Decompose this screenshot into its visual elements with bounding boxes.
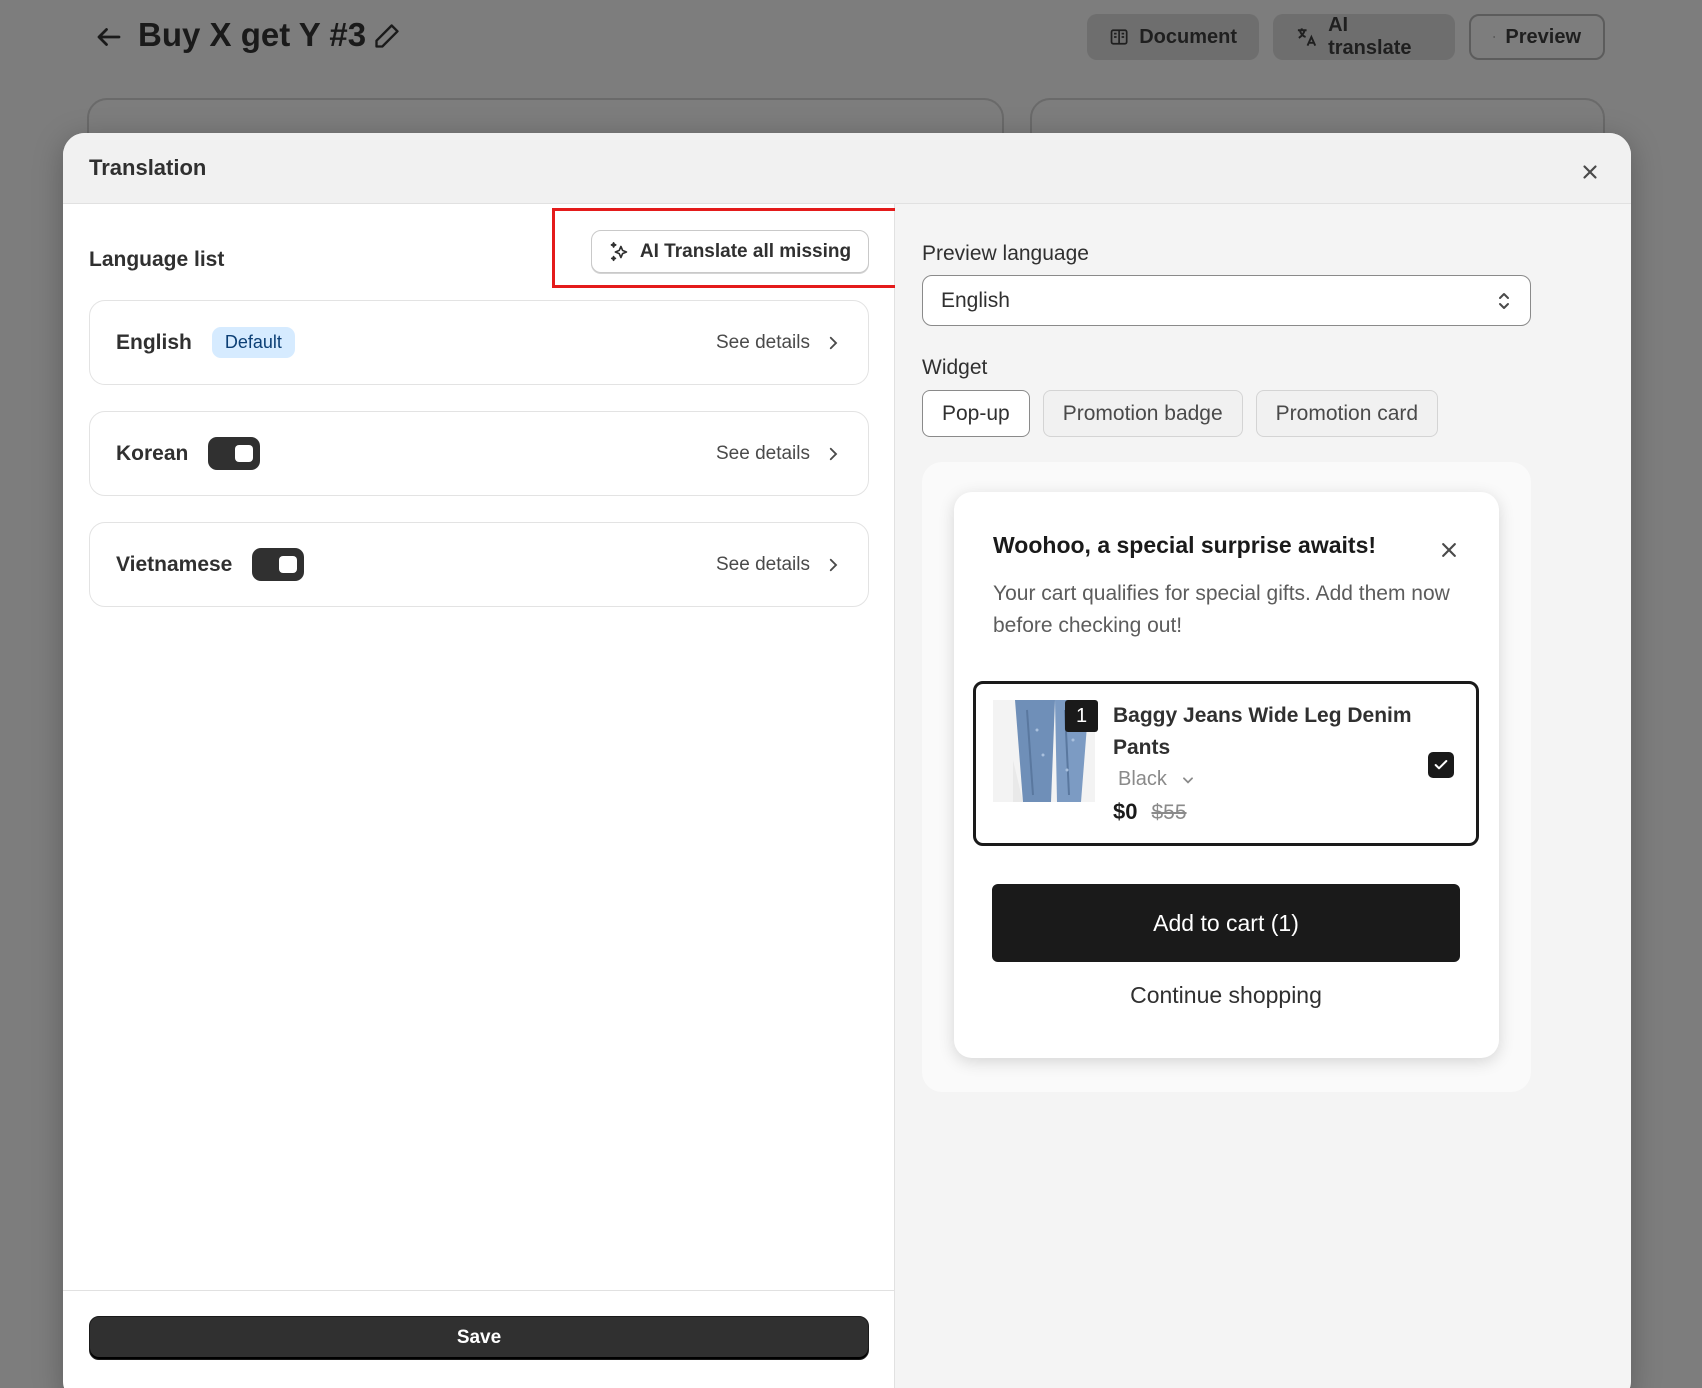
preview-label: Preview (1505, 25, 1581, 48)
chevron-right-icon (829, 558, 838, 571)
see-details-label: See details (715, 553, 810, 575)
preview-pane: Preview language English Widget Pop-up P… (895, 204, 1631, 1388)
widget-tabs: Pop-up Promotion badge Promotion card (922, 390, 1439, 437)
close-icon[interactable] (1579, 161, 1601, 183)
ai-translate-label: AI translate (1328, 14, 1412, 59)
quantity-badge: 1 (1065, 700, 1098, 732)
language-row-korean[interactable]: Korean See details (89, 411, 869, 496)
ai-translate-button[interactable]: AI translate (1273, 14, 1455, 60)
chevron-right-icon (829, 447, 838, 460)
preview-language-select[interactable]: English (922, 275, 1531, 326)
page-header: Buy X get Y #3 Document AI translate Pre… (0, 0, 1702, 80)
sparkle-icon (610, 241, 628, 261)
price-current: $0 (1113, 799, 1138, 824)
preview-button[interactable]: Preview (1469, 14, 1605, 60)
popup-title: Woohoo, a special surprise awaits! (993, 532, 1377, 558)
footer-divider (63, 1290, 895, 1291)
variant-value: Black (1118, 768, 1167, 790)
eye-icon (1493, 36, 1496, 38)
price-original: $55 (1151, 801, 1187, 824)
chevron-down-icon (1182, 776, 1193, 784)
see-details-label: See details (715, 442, 810, 464)
product-price: $0 $55 (1113, 799, 1187, 825)
tab-promotion-badge[interactable]: Promotion badge (1042, 390, 1243, 437)
widget-label: Widget (922, 356, 988, 379)
language-row-vietnamese[interactable]: Vietnamese See details (89, 522, 869, 607)
default-badge: Default (211, 327, 295, 358)
translation-modal: Translation Language list AI Translate a… (63, 133, 1631, 1388)
product-name: Baggy Jeans Wide Leg Denim Pants (1113, 704, 1412, 759)
ai-translate-all-label: AI Translate all missing (639, 240, 852, 262)
document-label: Document (1139, 25, 1237, 48)
language-pane: Language list AI Translate all missing E… (63, 204, 917, 1388)
continue-shopping-link[interactable]: Continue shopping (992, 982, 1460, 1009)
select-arrows-icon (1499, 292, 1509, 309)
see-details-link[interactable]: See details (716, 554, 842, 576)
ai-translate-all-button[interactable]: AI Translate all missing (591, 230, 869, 273)
language-name: Korean (116, 441, 189, 465)
pencil-icon[interactable] (373, 22, 401, 50)
tab-popup[interactable]: Pop-up (922, 390, 1030, 437)
checkmark-icon (1434, 760, 1448, 770)
preview-language-value: English (941, 288, 1010, 312)
close-icon[interactable] (1439, 540, 1459, 560)
widget-preview-area: Woohoo, a special surprise awaits! Your … (922, 462, 1531, 1092)
see-details-link[interactable]: See details (716, 332, 842, 354)
language-name: Vietnamese (116, 552, 233, 576)
preview-language-label: Preview language (922, 242, 1089, 265)
popup-description: Your cart qualifies for special gifts. A… (993, 582, 1450, 637)
book-icon (1110, 29, 1128, 45)
tab-promotion-card[interactable]: Promotion card (1255, 390, 1439, 437)
modal-title: Translation (89, 155, 207, 180)
language-toggle[interactable] (208, 437, 261, 470)
gift-popup: Woohoo, a special surprise awaits! Your … (954, 492, 1499, 1058)
page-title: Buy X get Y #3 (138, 16, 367, 53)
variant-select[interactable]: Black (1118, 768, 1195, 791)
language-list-label: Language list (89, 248, 225, 271)
translate-icon (1297, 28, 1317, 47)
language-toggle[interactable] (252, 548, 305, 581)
language-row-english[interactable]: English Default See details (89, 300, 869, 385)
see-details-label: See details (715, 331, 810, 353)
modal-header: Translation (63, 133, 1631, 204)
add-to-cart-button[interactable]: Add to cart (1) (992, 884, 1460, 962)
language-name: English (116, 330, 192, 354)
product-checkbox[interactable] (1428, 752, 1454, 778)
chevron-right-icon (829, 336, 838, 349)
back-arrow-icon[interactable] (94, 22, 124, 52)
save-button[interactable]: Save (89, 1316, 869, 1360)
gift-product-card[interactable]: 1 Baggy Jeans Wide Leg Denim Pants Black… (973, 681, 1479, 846)
document-button[interactable]: Document (1087, 14, 1259, 60)
see-details-link[interactable]: See details (716, 443, 842, 465)
